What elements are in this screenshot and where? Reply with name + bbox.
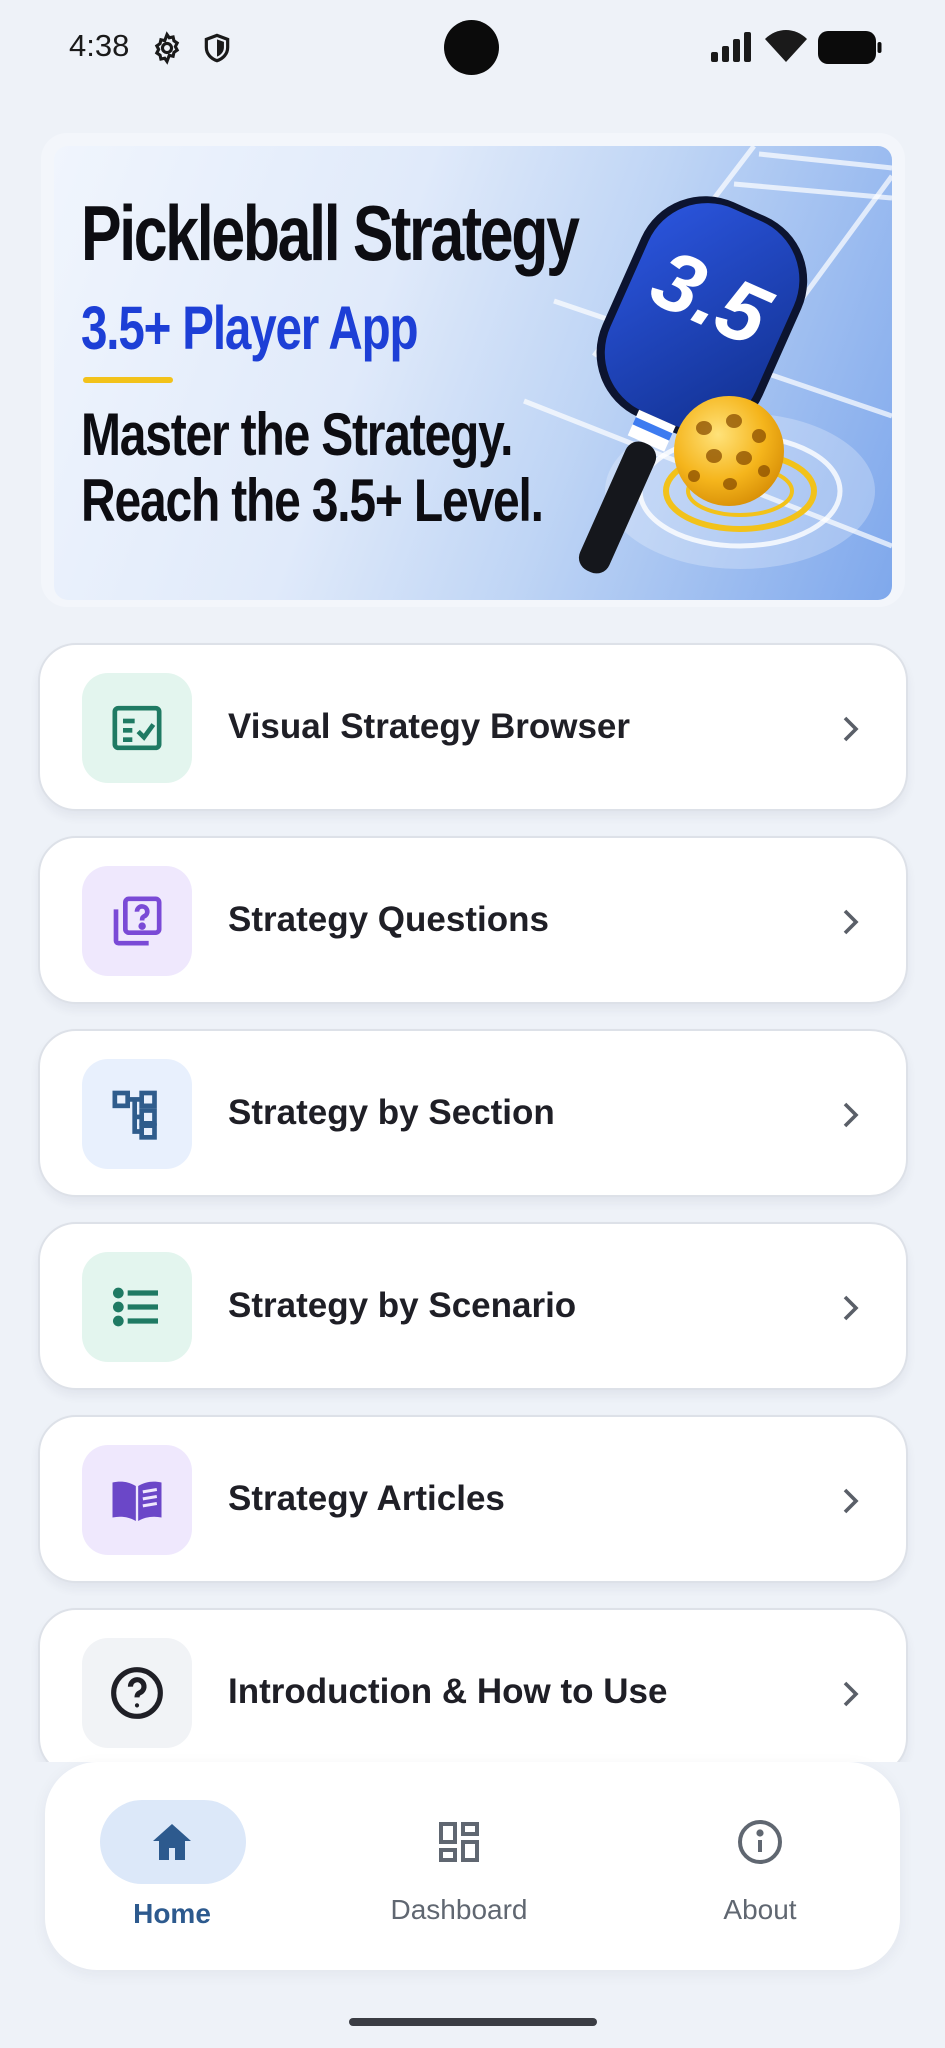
status-time: 4:38 <box>69 28 130 63</box>
gear-icon <box>154 31 180 65</box>
home-indicator[interactable] <box>349 2018 597 2026</box>
nav-label-dashboard: Dashboard <box>390 1894 528 1925</box>
menu-item-label: Strategy by Scenario <box>228 1286 577 1325</box>
help-circle-icon <box>111 1667 163 1719</box>
nav-home[interactable]: Home <box>97 1762 247 1970</box>
signal-icon <box>711 32 751 62</box>
banner-title: Pickleball Strategy <box>81 189 580 277</box>
nav-about[interactable]: About <box>685 1762 835 1970</box>
menu-item-visual-strategy-browser[interactable]: Visual Strategy Browser <box>38 643 908 811</box>
banner-card: 3.5 Pickleball Strategy 3.5+ Player App … <box>41 133 905 607</box>
dashboard-icon <box>439 1822 479 1862</box>
bottom-nav: Home Dashboard About <box>45 1762 900 1970</box>
menu-item-label: Visual Strategy Browser <box>228 707 631 746</box>
banner-image: 3.5 Pickleball Strategy 3.5+ Player App … <box>54 146 892 600</box>
menu-item-label: Strategy Questions <box>228 900 549 939</box>
chevron-right-icon <box>843 1488 859 1514</box>
menu-item-strategy-by-scenario[interactable]: Strategy by Scenario <box>38 1222 908 1390</box>
menu-item-strategy-questions[interactable]: Strategy Questions <box>38 836 908 1004</box>
menu-item-label: Introduction & How to Use <box>228 1672 668 1711</box>
battery-icon <box>818 31 882 64</box>
chevron-right-icon <box>843 1102 859 1128</box>
wifi-icon <box>765 30 807 62</box>
banner-tagline-2: Reach the 3.5+ Level. <box>81 467 544 534</box>
menu-item-label: Strategy by Section <box>228 1093 555 1132</box>
shield-icon <box>204 33 230 63</box>
chevron-right-icon <box>843 1295 859 1321</box>
chevron-right-icon <box>843 1681 859 1707</box>
menu-item-strategy-articles[interactable]: Strategy Articles <box>38 1415 908 1583</box>
menu-item-strategy-by-section[interactable]: Strategy by Section <box>38 1029 908 1197</box>
banner-underline <box>83 377 173 383</box>
menu-icon-container <box>82 866 192 976</box>
menu-icon-container <box>82 1252 192 1362</box>
chevron-right-icon <box>843 716 859 742</box>
nav-dashboard[interactable]: Dashboard <box>364 1762 554 1970</box>
menu-icon-container <box>82 673 192 783</box>
status-bar: 4:38 <box>0 0 945 95</box>
nav-label-about: About <box>723 1894 797 1925</box>
nav-label-home: Home <box>133 1898 211 1929</box>
chevron-right-icon <box>843 909 859 935</box>
info-icon <box>738 1820 782 1864</box>
question-cards-icon <box>113 896 162 946</box>
home-icon <box>153 1824 191 1860</box>
hierarchy-icon <box>112 1090 157 1140</box>
list-icon <box>112 1287 158 1327</box>
camera-cutout <box>444 20 499 75</box>
menu-icon-container <box>82 1445 192 1555</box>
banner-tagline-1: Master the Strategy. <box>81 401 513 468</box>
checklist-board-icon <box>112 705 162 751</box>
menu-item-label: Strategy Articles <box>228 1479 505 1518</box>
menu-icon-container <box>82 1638 192 1748</box>
menu-item-introduction[interactable]: Introduction & How to Use <box>38 1608 908 1776</box>
banner-subtitle: 3.5+ Player App <box>81 294 419 362</box>
menu-icon-container <box>82 1059 192 1169</box>
book-icon <box>112 1481 162 1521</box>
